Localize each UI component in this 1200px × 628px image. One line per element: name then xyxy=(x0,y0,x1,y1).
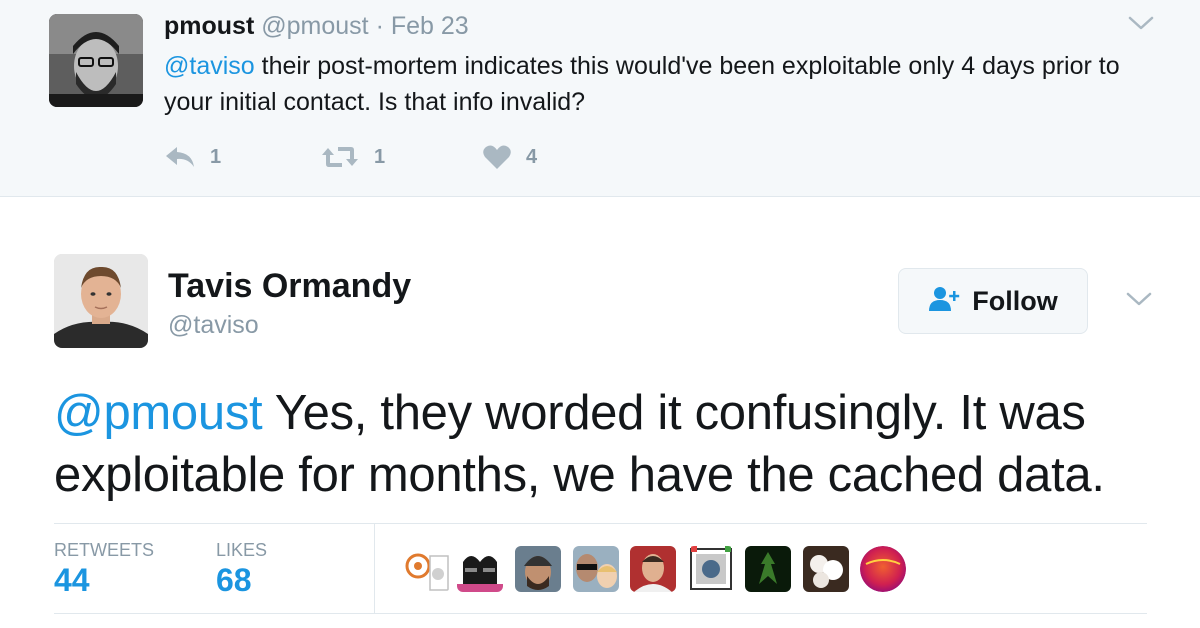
liker-avatar[interactable] xyxy=(457,546,503,592)
likes-count[interactable]: 68 xyxy=(216,562,252,599)
heart-icon xyxy=(482,144,512,170)
liker-avatar[interactable] xyxy=(404,546,450,592)
author-handle[interactable]: @taviso xyxy=(168,311,259,340)
retweets-label: RETWEETS xyxy=(54,540,155,560)
divider xyxy=(374,524,375,613)
follow-label: Follow xyxy=(972,285,1058,316)
liker-avatar[interactable] xyxy=(688,546,734,592)
likes-label: LIKES xyxy=(216,540,268,560)
tweet-text: @taviso their post-mortem indicates this… xyxy=(164,48,1164,120)
avatar[interactable] xyxy=(54,254,148,348)
liker-avatar[interactable] xyxy=(630,546,676,592)
mention-link[interactable]: @pmoust xyxy=(54,386,263,440)
liker-avatar[interactable] xyxy=(573,546,619,592)
author-handle[interactable]: @pmoust xyxy=(261,12,368,40)
tweet-date[interactable]: Feb 23 xyxy=(391,12,469,40)
liker-avatar[interactable] xyxy=(860,546,906,592)
parent-tweet[interactable]: pmoust @pmoust · Feb 23 @taviso their po… xyxy=(0,0,1200,197)
liker-avatar[interactable] xyxy=(515,546,561,592)
like-count: 4 xyxy=(526,145,538,168)
avatar[interactable] xyxy=(49,14,143,107)
add-user-icon xyxy=(928,286,962,317)
chevron-down-icon[interactable] xyxy=(1126,12,1156,36)
tweet-text: @pmoust Yes, they worded it confusingly.… xyxy=(54,382,1164,506)
mention-link[interactable]: @taviso xyxy=(164,52,255,80)
divider xyxy=(54,613,1147,614)
chevron-down-icon[interactable] xyxy=(1124,288,1154,312)
retweet-button[interactable]: 1 xyxy=(320,140,385,174)
author-name[interactable]: Tavis Ormandy xyxy=(168,267,411,306)
like-button[interactable]: 4 xyxy=(482,140,537,174)
liker-avatar[interactable] xyxy=(803,546,849,592)
tweet-header: pmoust @pmoust · Feb 23 xyxy=(164,12,469,41)
reply-icon xyxy=(164,144,196,170)
follow-button[interactable]: Follow xyxy=(898,268,1088,334)
retweet-icon xyxy=(320,144,360,170)
reply-button[interactable]: 1 xyxy=(164,140,221,174)
liker-avatar[interactable] xyxy=(745,546,791,592)
tweet-body: their post-mortem indicates this would'v… xyxy=(164,52,1120,116)
divider xyxy=(54,523,1147,524)
reply-count: 1 xyxy=(210,145,222,168)
retweet-count: 1 xyxy=(374,145,386,168)
author-name[interactable]: pmoust xyxy=(164,12,254,40)
separator: · xyxy=(375,12,384,40)
retweets-count[interactable]: 44 xyxy=(54,562,90,599)
